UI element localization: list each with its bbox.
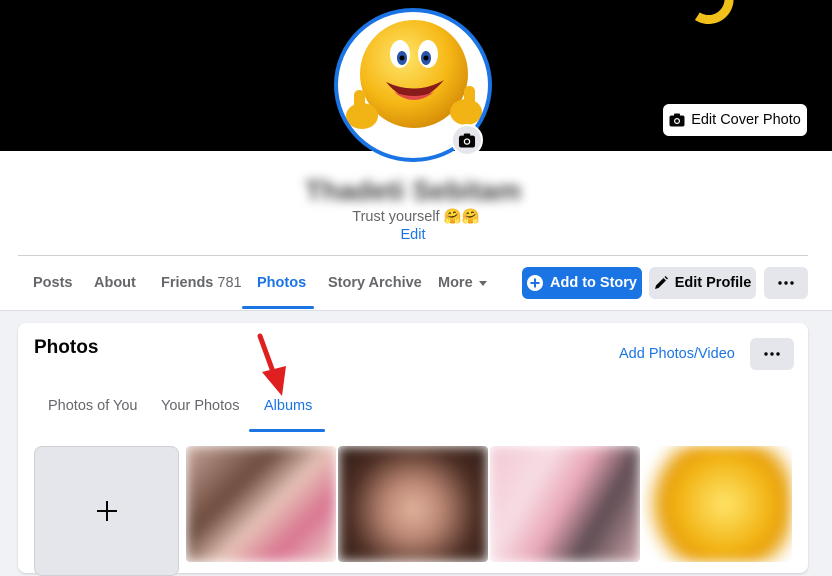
- add-to-story-button[interactable]: Add to Story: [522, 267, 642, 299]
- album-thumbnail[interactable]: [490, 446, 640, 562]
- active-tab-indicator: [242, 306, 314, 309]
- active-subtab-indicator: [249, 429, 325, 432]
- edit-profile-label: Edit Profile: [674, 275, 752, 291]
- update-profile-picture-button[interactable]: [451, 124, 483, 156]
- edit-cover-photo-label: Edit Cover Photo: [691, 112, 801, 128]
- album-thumbnail[interactable]: [186, 446, 336, 562]
- add-photos-video-link[interactable]: Add Photos/Video: [619, 346, 735, 362]
- ellipsis-icon: [764, 352, 780, 356]
- profile-bio: Trust yourself 🤗🤗: [352, 209, 480, 225]
- divider: [18, 255, 808, 256]
- subtab-albums[interactable]: Albums: [264, 396, 312, 416]
- tab-story-archive[interactable]: Story Archive: [328, 266, 422, 300]
- edit-cover-photo-button[interactable]: Edit Cover Photo: [663, 104, 807, 136]
- tab-posts[interactable]: Posts: [33, 266, 73, 300]
- tab-more[interactable]: More: [438, 266, 487, 300]
- pencil-icon: [654, 276, 668, 289]
- profile-more-button[interactable]: [764, 267, 808, 299]
- ellipsis-icon: [778, 281, 794, 285]
- tab-about[interactable]: About: [94, 266, 136, 300]
- edit-bio-link[interactable]: Edit: [380, 227, 446, 245]
- caret-down-icon: [478, 280, 487, 286]
- edit-profile-button[interactable]: Edit Profile: [649, 267, 756, 299]
- cover-decoration: [679, 0, 739, 29]
- annotation-arrow-icon: [257, 333, 286, 396]
- subtab-photos-of-you[interactable]: Photos of You: [48, 396, 138, 416]
- tab-label: More: [438, 275, 473, 291]
- tab-label: Story Archive: [328, 275, 422, 291]
- tab-label: Photos: [257, 275, 307, 291]
- tab-label: About: [94, 275, 136, 291]
- album-thumbnail[interactable]: [642, 446, 792, 562]
- tab-friends[interactable]: Friends 781: [161, 266, 242, 300]
- subtab-your-photos[interactable]: Your Photos: [161, 396, 239, 416]
- plus-icon: [96, 501, 117, 521]
- camera-icon: [458, 133, 476, 147]
- tab-label: Friends: [161, 275, 214, 291]
- add-to-story-label: Add to Story: [550, 275, 637, 291]
- photos-more-button[interactable]: [750, 338, 794, 370]
- friends-count: 781: [217, 275, 242, 291]
- create-album-button[interactable]: [34, 446, 179, 576]
- profile-name: Thadeti Sebitam: [304, 175, 522, 206]
- tab-photos[interactable]: Photos: [257, 266, 306, 300]
- tab-label: Posts: [33, 275, 73, 291]
- camera-icon: [669, 113, 685, 127]
- album-thumbnail[interactable]: [338, 446, 488, 562]
- plus-circle-icon: [527, 275, 543, 291]
- photos-title: Photos: [34, 337, 99, 358]
